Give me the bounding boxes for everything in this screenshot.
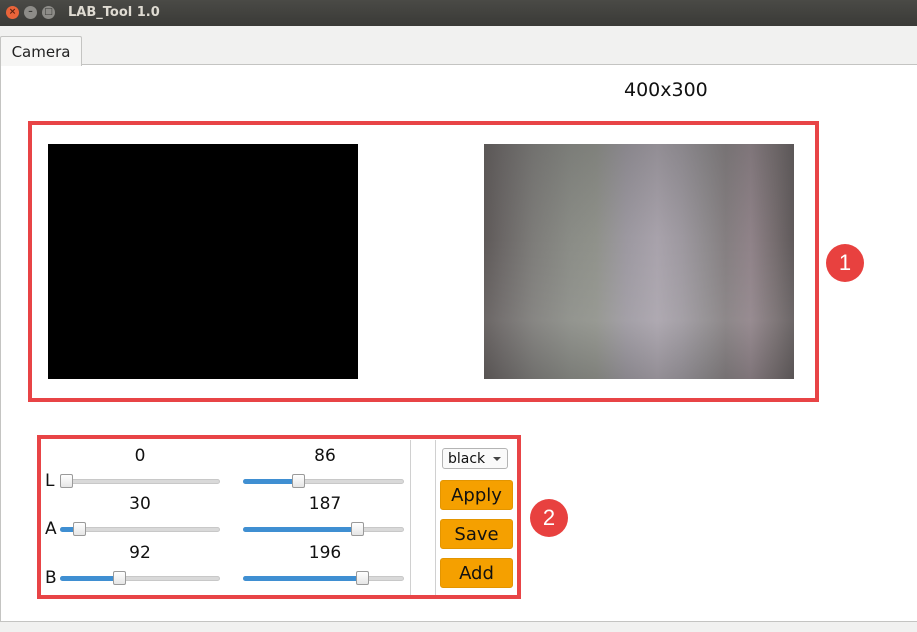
close-icon: × bbox=[8, 7, 17, 17]
close-window-button[interactable]: × bbox=[6, 6, 19, 19]
tab-camera[interactable]: Camera bbox=[0, 36, 82, 66]
title-bar: × – □ LAB_Tool 1.0 bbox=[0, 0, 917, 26]
annotation-badge-1: 1 bbox=[826, 244, 864, 282]
maximize-icon: □ bbox=[44, 7, 53, 17]
maximize-window-button[interactable]: □ bbox=[42, 6, 55, 19]
annotation-box-2 bbox=[37, 435, 521, 599]
window-title: LAB_Tool 1.0 bbox=[68, 5, 160, 20]
minimize-window-button[interactable]: – bbox=[24, 6, 37, 19]
pane-border bbox=[0, 64, 1, 622]
annotation-badge-2: 2 bbox=[530, 499, 568, 537]
resolution-label: 400x300 bbox=[624, 79, 708, 101]
annotation-box-1 bbox=[28, 121, 819, 402]
minimize-icon: – bbox=[28, 7, 33, 17]
